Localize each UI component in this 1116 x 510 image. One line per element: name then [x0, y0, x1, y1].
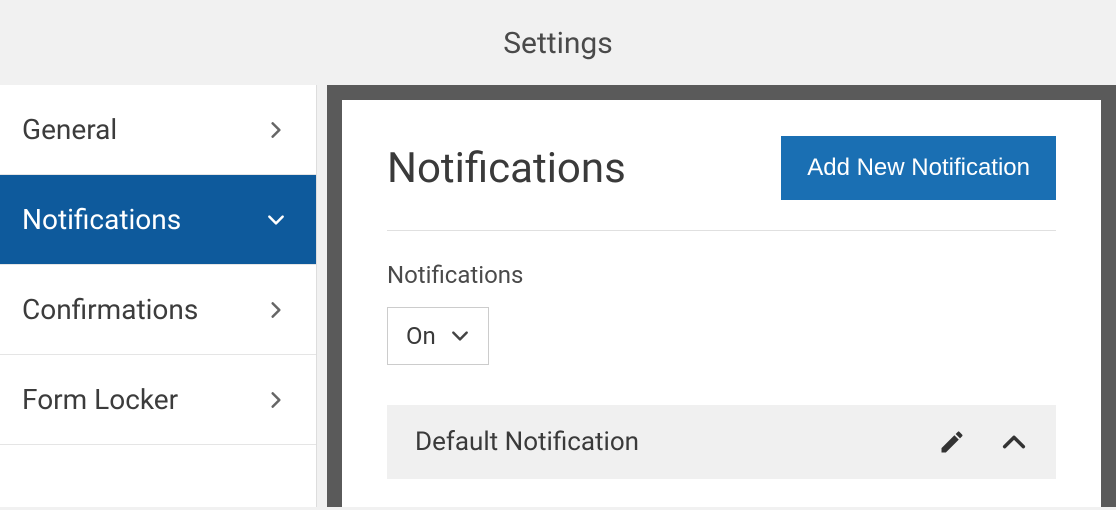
sidebar-item-confirmations[interactable]: Confirmations [0, 265, 316, 355]
sidebar-item-label: General [22, 113, 117, 146]
add-new-notification-button[interactable]: Add New Notification [781, 136, 1056, 200]
chevron-right-icon [266, 390, 286, 410]
chevron-down-icon [450, 326, 470, 346]
chevron-right-icon [266, 120, 286, 140]
sidebar-item-label: Notifications [22, 203, 181, 236]
sidebar-item-notifications[interactable]: Notifications [0, 175, 316, 265]
notifications-toggle-label: Notifications [387, 261, 1056, 289]
scroll-gap [317, 85, 327, 507]
panel-title: Notifications [387, 144, 626, 193]
sidebar-item-general[interactable]: General [0, 85, 316, 175]
pencil-icon[interactable] [938, 428, 966, 456]
sidebar-item-label: Confirmations [22, 293, 198, 326]
settings-sidebar: General Notifications Confirmations Form… [0, 85, 317, 507]
sidebar-item-label: Form Locker [22, 383, 178, 416]
content-area: General Notifications Confirmations Form… [0, 85, 1116, 507]
chevron-down-icon [266, 210, 286, 230]
page-title: Settings [0, 0, 1116, 85]
notifications-toggle-select[interactable]: On [387, 307, 489, 365]
notification-item[interactable]: Default Notification [387, 405, 1056, 479]
main-panel: Notifications Add New Notification Notif… [342, 100, 1101, 507]
panel-header: Notifications Add New Notification [387, 136, 1056, 231]
notification-actions [938, 428, 1028, 456]
main-outer: Notifications Add New Notification Notif… [327, 85, 1116, 507]
select-value: On [406, 322, 436, 350]
notification-item-label: Default Notification [415, 427, 639, 457]
sidebar-item-form-locker[interactable]: Form Locker [0, 355, 316, 445]
chevron-right-icon [266, 300, 286, 320]
chevron-up-icon[interactable] [1000, 428, 1028, 456]
